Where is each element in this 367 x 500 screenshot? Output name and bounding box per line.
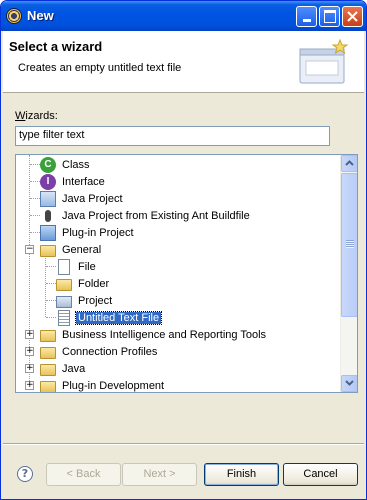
cancel-button[interactable]: Cancel	[283, 463, 358, 486]
tree-item-connection-profiles[interactable]: Connection Profiles	[40, 343, 159, 360]
tree-item-label: Plug-in Project	[62, 226, 134, 239]
tree-item-label: Project	[78, 294, 113, 307]
window-title: New	[27, 8, 54, 23]
maximize-button[interactable]	[319, 6, 340, 27]
wizards-label: Wizards:	[15, 110, 58, 122]
tree-item-label: File	[78, 260, 96, 273]
title-bar[interactable]: New	[1, 1, 366, 31]
next-button[interactable]: Next >	[122, 463, 197, 486]
folder-icon	[40, 329, 56, 342]
tree-connector-line	[30, 164, 40, 165]
folder-open-icon	[40, 244, 56, 257]
tree-item-plugin-development[interactable]: Plug-in Development	[40, 377, 166, 392]
expand-plugin-development-toggle[interactable]: +	[25, 381, 34, 390]
tree-item-java[interactable]: Java	[40, 360, 87, 377]
tree-connector-line	[46, 317, 56, 318]
tree-item-general[interactable]: General	[40, 241, 103, 258]
folder-icon	[40, 380, 56, 392]
ant-icon	[40, 208, 56, 224]
text-file-icon	[58, 309, 70, 326]
tree-item-untitled-text-file[interactable]: Untitled Text File	[56, 309, 163, 326]
folder-icon	[56, 278, 72, 291]
folder-icon	[40, 363, 56, 376]
tree-connector-line	[30, 181, 40, 182]
new-wizard-banner-icon	[299, 39, 349, 84]
tree-item-label: Java Project	[62, 192, 123, 205]
tree-item-folder[interactable]: Folder	[56, 275, 111, 292]
tree-item-file[interactable]: File	[56, 258, 98, 275]
class-icon: C	[40, 156, 56, 173]
wizard-filter-input[interactable]: type filter text	[15, 126, 330, 146]
close-button[interactable]	[342, 6, 363, 27]
collapse-general-toggle[interactable]: −	[25, 245, 34, 254]
tree-connector-line	[30, 232, 40, 233]
interface-icon: I	[40, 173, 56, 190]
plugin-project-icon	[40, 224, 56, 241]
expand-java-toggle[interactable]: +	[25, 364, 34, 373]
chevron-down-icon	[345, 380, 354, 386]
tree-item-label: Plug-in Development	[62, 379, 165, 392]
tree-item-label: Class	[62, 158, 90, 171]
tree-item-label: Interface	[62, 175, 105, 188]
new-wizard-dialog: New Select a wizard Creates an empty unt…	[0, 0, 367, 500]
chevron-up-icon	[345, 160, 354, 166]
tree-item-label: Java	[62, 362, 86, 375]
wizard-header: Select a wizard Creates an empty untitle…	[3, 31, 364, 93]
tree-connector-line	[30, 198, 40, 199]
tree-connector-line	[30, 215, 40, 216]
tree-item-interface[interactable]: I Interface	[40, 173, 107, 190]
tree-item-class[interactable]: C Class	[40, 156, 92, 173]
page-description: Creates an empty untitled text file	[18, 62, 182, 74]
page-title: Select a wizard	[9, 39, 103, 54]
tree-item-label: Folder	[78, 277, 110, 290]
java-project-icon	[40, 190, 56, 207]
wizards-label-mnemonic: W	[15, 110, 26, 122]
tree-item-java-project[interactable]: Java Project	[40, 190, 125, 207]
scroll-up-button[interactable]	[341, 155, 357, 172]
tree-item-label: Connection Profiles	[62, 345, 158, 358]
tree-item-birt[interactable]: Business Intelligence and Reporting Tool…	[40, 326, 268, 343]
folder-icon	[40, 346, 56, 359]
button-bar-separator	[3, 443, 364, 445]
expand-connection-profiles-toggle[interactable]: +	[25, 347, 34, 356]
tree-item-java-project-ant[interactable]: Java Project from Existing Ant Buildfile	[40, 207, 252, 224]
tree-connector-line	[45, 255, 46, 317]
tree-item-label: Untitled Text File	[74, 310, 163, 325]
tree-item-label: General	[62, 243, 102, 256]
wizard-tree[interactable]: − + + + + C Class I Interface Java Proje…	[15, 154, 358, 393]
file-icon	[58, 258, 70, 275]
tree-connector-line	[46, 283, 56, 284]
tree-item-plugin-project[interactable]: Plug-in Project	[40, 224, 136, 241]
expand-birt-toggle[interactable]: +	[25, 330, 34, 339]
tree-item-label: Business Intelligence and Reporting Tool…	[62, 328, 267, 341]
tree-vertical-scrollbar[interactable]	[340, 155, 357, 392]
minimize-button[interactable]	[296, 6, 317, 27]
project-icon	[56, 295, 72, 308]
tree-connector-line	[46, 266, 56, 267]
tree-connector-line	[46, 300, 56, 301]
scroll-down-button[interactable]	[341, 375, 357, 392]
tree-item-project[interactable]: Project	[56, 292, 114, 309]
wizards-label-text: izards:	[25, 110, 58, 122]
help-icon[interactable]: ?	[17, 466, 33, 482]
tree-item-label: Java Project from Existing Ant Buildfile	[62, 209, 250, 222]
scroll-thumb[interactable]	[341, 173, 357, 317]
eclipse-icon	[6, 8, 22, 24]
back-button[interactable]: < Back	[46, 463, 121, 486]
finish-button[interactable]: Finish	[204, 463, 279, 486]
close-icon	[347, 11, 358, 22]
